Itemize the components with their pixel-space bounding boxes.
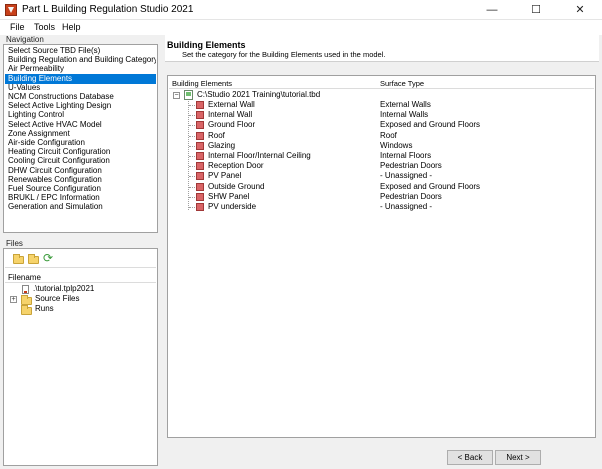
column-header-building-elements: Building Elements — [172, 79, 233, 88]
surface-type-value[interactable]: - Unassigned - — [380, 202, 432, 212]
building-element-icon — [196, 121, 204, 130]
minimize-button[interactable]: — — [470, 0, 514, 20]
next-button[interactable]: Next > — [495, 450, 541, 465]
building-elements-tree: Building Elements Surface Type − C:\Stud… — [167, 75, 596, 438]
building-element-icon — [196, 152, 204, 160]
building-element-icon — [196, 192, 204, 201]
navigation-list: Select Source TBD File(s) Building Regula… — [3, 44, 158, 233]
files-panel: ⟳ Filename .\tutorial.tplp2021 + Source … — [3, 248, 158, 466]
page-subtitle: Set the category for the Building Elemen… — [182, 50, 386, 59]
expand-source-files-toggle[interactable]: + — [10, 296, 17, 303]
building-element-name[interactable]: External Wall — [208, 100, 255, 110]
header-divider — [5, 282, 156, 283]
app-logo-icon — [5, 4, 17, 16]
page-title: Building Elements — [167, 40, 246, 50]
open-folder-icon[interactable] — [13, 254, 24, 264]
title-bar: Part L Building Regulation Studio 2021 —… — [0, 0, 602, 20]
surface-type-value[interactable]: Roof — [380, 131, 397, 141]
surface-type-value[interactable]: Exposed and Ground Floors — [380, 182, 480, 192]
menu-file[interactable]: File — [10, 22, 25, 32]
building-element-name[interactable]: Reception Door — [208, 161, 264, 171]
building-element-icon — [196, 162, 204, 171]
building-element-name[interactable]: Roof — [208, 131, 225, 141]
refresh-icon[interactable]: ⟳ — [43, 252, 53, 264]
surface-type-value[interactable]: Internal Floors — [380, 151, 431, 161]
collapse-root-toggle[interactable]: − — [173, 92, 180, 99]
building-element-icon — [196, 111, 204, 120]
surface-type-value[interactable]: Internal Walls — [380, 110, 428, 120]
menu-tools[interactable]: Tools — [34, 22, 55, 32]
menu-bar: File Tools Help — [0, 20, 602, 35]
files-panel-title: Files — [6, 239, 23, 248]
tree-root-file[interactable]: C:\Studio 2021 Training\tutorial.tbd — [197, 90, 320, 100]
building-element-icon — [196, 131, 204, 140]
building-element-name[interactable]: Internal Wall — [208, 110, 252, 120]
document-icon — [22, 285, 29, 294]
building-element-name[interactable]: Internal Floor/Internal Ceiling — [208, 151, 311, 161]
tree-connector — [189, 145, 195, 147]
building-element-name[interactable]: Ground Floor — [208, 120, 255, 130]
surface-type-value[interactable]: Windows — [380, 141, 412, 151]
surface-type-value[interactable]: External Walls — [380, 100, 431, 110]
surface-type-value[interactable]: Exposed and Ground Floors — [380, 120, 480, 130]
column-header-surface-type: Surface Type — [380, 79, 425, 88]
file-item-runs[interactable]: Runs — [35, 304, 54, 314]
tree-connector — [189, 176, 195, 178]
folder-icon — [21, 305, 32, 315]
maximize-button[interactable]: ☐ — [514, 0, 558, 20]
surface-type-value[interactable]: Pedestrian Doors — [380, 161, 442, 171]
building-element-icon — [196, 141, 204, 150]
building-element-icon — [196, 172, 204, 181]
back-button[interactable]: < Back — [447, 450, 493, 465]
nav-item-generation-and-simulation[interactable]: Generation and Simulation — [5, 202, 156, 212]
file-item-tutorial[interactable]: .\tutorial.tplp2021 — [33, 284, 94, 294]
folder-icon — [21, 295, 32, 305]
building-element-name[interactable]: PV Panel — [208, 171, 241, 181]
tbd-file-icon — [184, 90, 193, 100]
close-button[interactable]: ✕ — [558, 0, 602, 20]
building-element-name[interactable]: SHW Panel — [208, 192, 249, 202]
toolbar-divider — [5, 267, 156, 268]
tree-connector — [189, 166, 195, 168]
tree-connector — [189, 207, 195, 208]
file-item-source-files[interactable]: Source Files — [35, 294, 79, 304]
building-element-name[interactable]: Outside Ground — [208, 182, 264, 192]
content-header: Building Elements Set the category for t… — [165, 35, 599, 61]
menu-help[interactable]: Help — [62, 22, 81, 32]
tree-connector — [189, 125, 195, 127]
building-element-name[interactable]: PV underside — [208, 202, 256, 212]
tree-connector — [189, 156, 195, 157]
navigation-panel-title: Navigation — [6, 35, 44, 44]
tree-connector — [189, 135, 195, 137]
tree-connector — [189, 186, 195, 188]
tree-connector — [189, 115, 195, 117]
header-divider — [165, 61, 599, 62]
building-element-icon — [196, 203, 204, 211]
tree-connector — [189, 105, 195, 106]
column-header-divider — [169, 88, 594, 89]
building-element-name[interactable]: Glazing — [208, 141, 235, 151]
files-column-header: Filename — [8, 273, 41, 282]
building-element-icon — [196, 101, 204, 109]
building-element-icon — [196, 182, 204, 191]
surface-type-value[interactable]: - Unassigned - — [380, 171, 432, 181]
tree-connector — [189, 196, 195, 198]
new-folder-icon[interactable] — [28, 254, 39, 264]
surface-type-value[interactable]: Pedestrian Doors — [380, 192, 442, 202]
window-title: Part L Building Regulation Studio 2021 — [22, 4, 194, 15]
